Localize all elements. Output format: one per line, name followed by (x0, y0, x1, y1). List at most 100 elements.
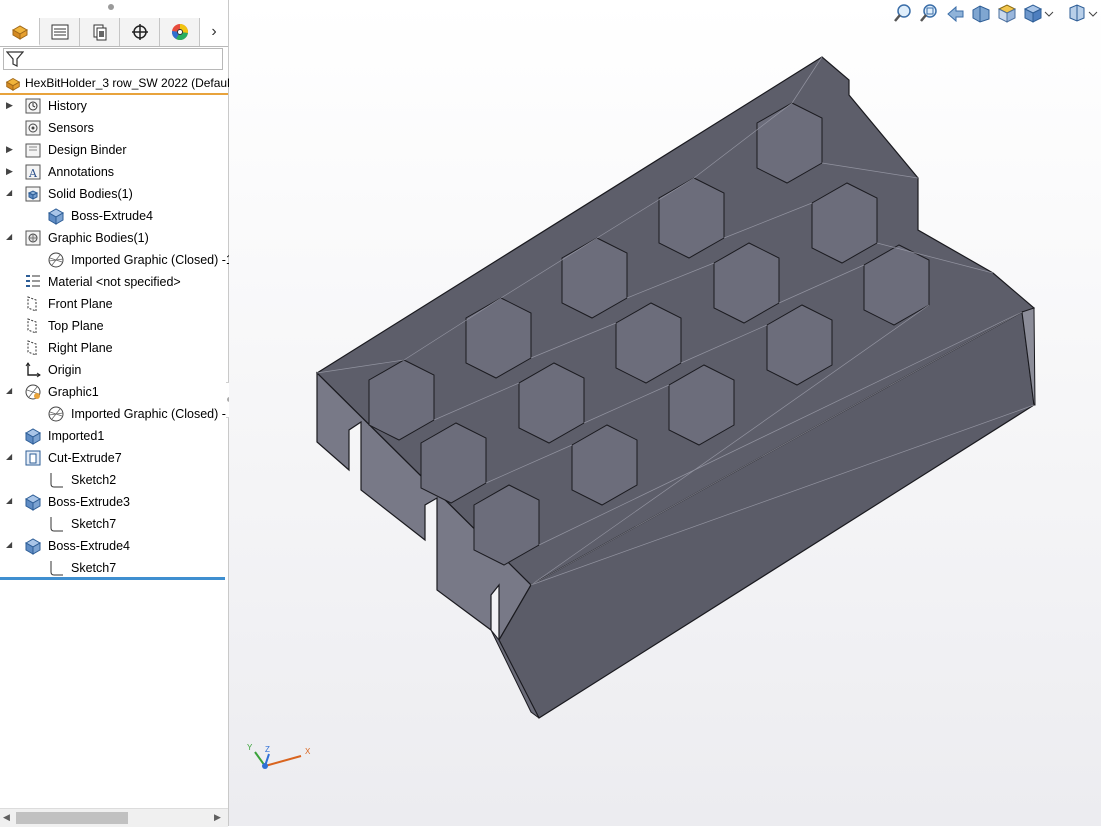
history-icon (25, 98, 41, 114)
design-binder-icon (25, 143, 41, 158)
tree-item-boss-extrude4[interactable]: ◢ Boss-Extrude4 (0, 535, 228, 557)
graphic-bodies-folder-icon (25, 230, 41, 246)
tree-item-label: Boss-Extrude4 (48, 539, 130, 553)
tree-item-label: Solid Bodies(1) (48, 187, 133, 201)
material-icon (26, 275, 40, 287)
origin-icon (25, 362, 41, 378)
scroll-right-arrow-icon[interactable]: ▶ (214, 812, 221, 823)
graphic-body-icon (48, 252, 64, 268)
expand-arrow-icon[interactable]: ▶ (6, 166, 14, 176)
tree-item-label: Sketch7 (71, 517, 117, 531)
tree-item-label: Graphic Bodies(1) (48, 231, 149, 245)
tree-item-label: Sensors (48, 121, 94, 135)
plane-icon (27, 318, 37, 334)
tab-configurationmanager[interactable] (80, 18, 120, 46)
part-icon (5, 77, 21, 91)
tree-item-imported1[interactable]: Imported1 (0, 425, 228, 447)
collapse-arrow-icon[interactable]: ◢ (6, 452, 14, 462)
manager-tabs: › (0, 18, 228, 47)
tree-item-sketch7[interactable]: Sketch7 (0, 557, 228, 579)
boss-extrude-icon (24, 494, 42, 511)
tree-item-imported-graphic-closed-1[interactable]: Imported Graphic (Closed) -1 (0, 249, 233, 271)
expand-arrow-icon[interactable]: ▶ (6, 100, 14, 110)
tab-displaymanager[interactable] (160, 18, 200, 46)
solid-bodies-folder-icon (25, 186, 41, 202)
sketch-icon (50, 517, 63, 532)
horizontal-scrollbar[interactable]: ◀ ▶ (0, 808, 228, 827)
tree-item-label: Front Plane (48, 297, 113, 311)
tab-dimxpert[interactable] (120, 18, 160, 46)
plane-icon (27, 296, 37, 312)
tree-item-annotations[interactable]: ▶ A Annotations (0, 161, 228, 183)
tree-item-imported-graphic-closed-1[interactable]: Imported Graphic (Closed) -1 (0, 403, 233, 425)
graphics-viewport[interactable]: X Y Z (229, 0, 1101, 826)
svg-text:A: A (28, 167, 38, 180)
tree-item-label: Cut-Extrude7 (48, 451, 122, 465)
filter-icon (6, 51, 24, 67)
tree-item-label: Imported1 (48, 429, 105, 443)
hex-bit-holder-model[interactable] (229, 0, 1101, 826)
scrollbar-thumb[interactable] (16, 812, 128, 824)
dimxpert-icon (131, 24, 148, 40)
tree-item-sketch7[interactable]: Sketch7 (0, 513, 228, 535)
collapse-arrow-icon[interactable]: ◢ (6, 232, 14, 242)
sketch-icon (50, 561, 63, 576)
plane-icon (27, 340, 37, 356)
annotations-icon: A (25, 164, 41, 180)
tree-item-label: Sketch2 (71, 473, 117, 487)
cut-extrude-icon (25, 450, 41, 466)
tree-item-history[interactable]: ▶ History (0, 95, 228, 117)
imported-body-icon (24, 428, 42, 445)
tree-item-material-not-specified[interactable]: Material <not specified> (0, 271, 228, 293)
featuremanager-tree-icon (11, 25, 28, 40)
collapse-arrow-icon[interactable]: ◢ (6, 540, 14, 550)
tree-item-sketch2[interactable]: Sketch2 (0, 469, 228, 491)
boss-extrude-icon (24, 538, 42, 555)
tree-root-part[interactable]: HexBitHolder_3 row_SW 2022 (Default< (0, 73, 240, 95)
triad-z-label: Z (265, 745, 270, 754)
tabs-more-chevron-icon[interactable]: › (200, 18, 228, 46)
tree-item-label: Imported Graphic (Closed) -1 (71, 407, 233, 421)
tree-item-label: Boss-Extrude3 (48, 495, 130, 509)
tree-item-label: Top Plane (48, 319, 104, 333)
solid-body-icon (47, 208, 65, 225)
tree-item-label: Graphic1 (48, 385, 99, 399)
collapse-arrow-icon[interactable]: ◢ (6, 386, 14, 396)
tree-item-front-plane[interactable]: Front Plane (0, 293, 228, 315)
collapse-arrow-icon[interactable]: ◢ (6, 188, 14, 198)
tree-item-label: History (48, 99, 87, 113)
tab-featuremanager[interactable] (0, 18, 40, 46)
graphic-feature-icon (25, 384, 41, 400)
tree-item-cut-extrude7[interactable]: ◢ Cut-Extrude7 (0, 447, 228, 469)
configurationmanager-icon (93, 24, 106, 41)
tree-item-solid-bodies-1[interactable]: ◢ Solid Bodies(1) (0, 183, 228, 205)
tree-item-boss-extrude3[interactable]: ◢ Boss-Extrude3 (0, 491, 228, 513)
triad-x-label: X (305, 747, 311, 756)
tree-item-graphic1[interactable]: ◢ Graphic1 (0, 381, 228, 403)
coordinate-triad: X Y Z (247, 743, 311, 769)
sketch-icon (50, 473, 63, 488)
propertymanager-icon (51, 24, 68, 40)
tab-propertymanager[interactable] (40, 18, 80, 46)
root-part-name: HexBitHolder_3 row_SW 2022 (Default< (25, 76, 241, 90)
tree-item-origin[interactable]: Origin (0, 359, 228, 381)
feature-manager-panel: › HexBitHolder_3 row_SW 2022 (Default< ▶… (0, 0, 240, 827)
tree-item-graphic-bodies-1[interactable]: ◢ Graphic Bodies(1) (0, 227, 228, 249)
tree-item-label: Origin (48, 363, 82, 377)
collapse-arrow-icon[interactable]: ◢ (6, 496, 14, 506)
tree-item-label: Boss-Extrude4 (71, 209, 153, 223)
tree-item-sensors[interactable]: Sensors (0, 117, 228, 139)
scroll-left-arrow-icon[interactable]: ◀ (3, 812, 10, 823)
graphic-body-icon (48, 406, 64, 422)
tree-item-label: Material <not specified> (48, 275, 181, 289)
tree-item-top-plane[interactable]: Top Plane (0, 315, 228, 337)
tree-item-design-binder[interactable]: ▶ Design Binder (0, 139, 228, 161)
rollback-bar[interactable] (0, 577, 225, 580)
tree-item-label: Imported Graphic (Closed) -1 (71, 253, 233, 267)
display-manager-icon (171, 24, 188, 41)
tree-filter[interactable] (3, 48, 223, 70)
expand-arrow-icon[interactable]: ▶ (6, 144, 14, 154)
tree-item-boss-extrude4[interactable]: Boss-Extrude4 (0, 205, 228, 227)
panel-grip[interactable] (108, 4, 114, 10)
tree-item-right-plane[interactable]: Right Plane (0, 337, 228, 359)
